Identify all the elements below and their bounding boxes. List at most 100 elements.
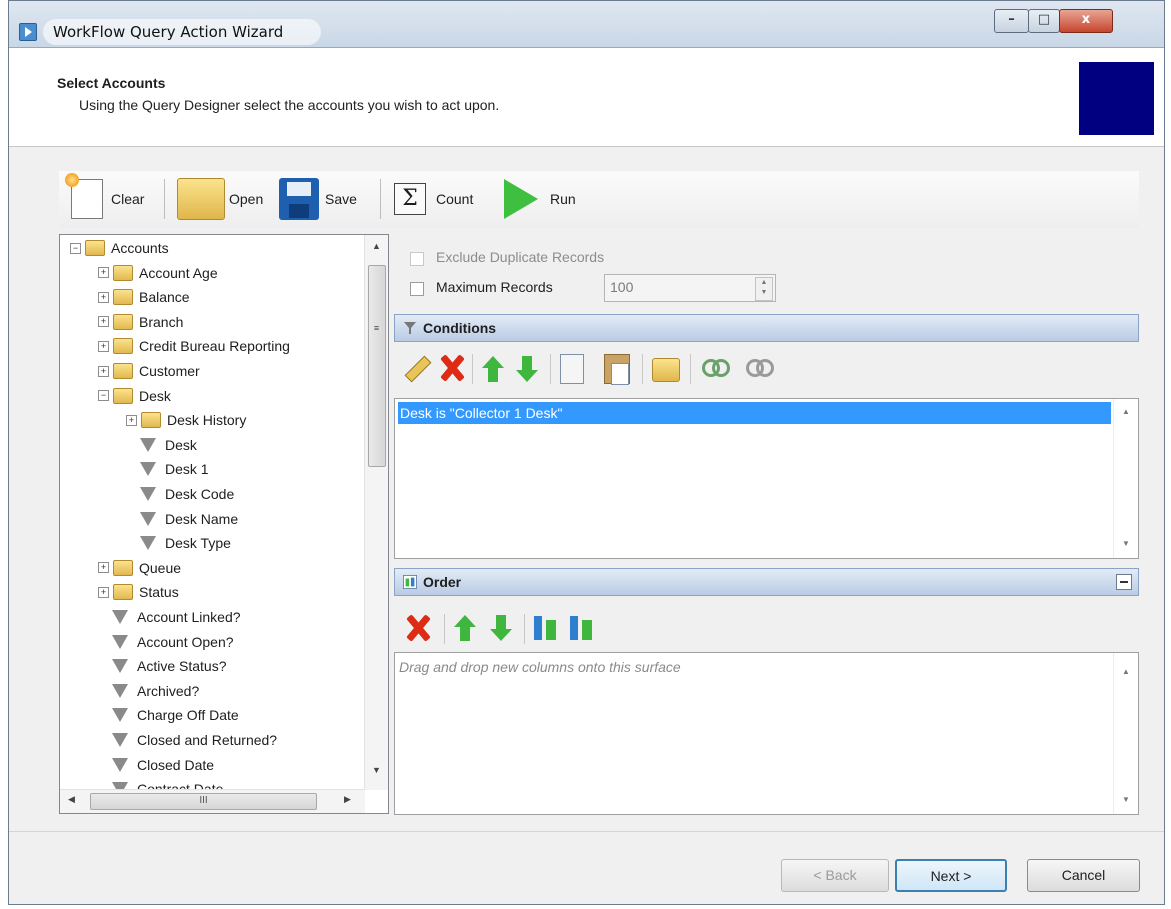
collapse-icon[interactable]: − bbox=[98, 390, 109, 402]
clear-button[interactable]: Clear bbox=[65, 173, 144, 222]
delete-condition-icon[interactable] bbox=[438, 353, 464, 383]
conditions-scrollbar[interactable]: ▲ ▼ bbox=[1113, 399, 1138, 558]
scroll-thumb-horizontal[interactable]: III bbox=[90, 793, 317, 810]
tree-node[interactable]: Desk 1 bbox=[138, 457, 209, 481]
field-tree[interactable]: − Accounts + Account Age + Balance + Branch + Cre… bbox=[59, 234, 389, 814]
expand-icon[interactable]: + bbox=[98, 340, 109, 352]
and-link-icon[interactable] bbox=[702, 359, 732, 379]
spinner-arrows-icon[interactable]: ▲ ▼ bbox=[755, 277, 773, 301]
tree-node[interactable]: Archived? bbox=[110, 679, 199, 703]
tree-node[interactable]: − Accounts bbox=[70, 236, 169, 260]
filter-field-icon bbox=[112, 683, 128, 698]
tree-vertical-scrollbar[interactable]: ▲ ≡ ▼ bbox=[364, 235, 388, 790]
move-down-icon[interactable] bbox=[490, 615, 512, 641]
toolbar-separator bbox=[164, 179, 165, 219]
scroll-thumb[interactable] bbox=[368, 265, 386, 467]
tree-node-label: Desk Name bbox=[165, 510, 239, 527]
tree-node[interactable]: Closed Date bbox=[110, 753, 214, 777]
expand-icon[interactable]: + bbox=[98, 291, 109, 303]
tree-node-label: Closed Date bbox=[137, 756, 215, 773]
order-scrollbar[interactable]: ▲ ▼ bbox=[1113, 653, 1138, 814]
collapse-icon[interactable]: − bbox=[70, 242, 81, 254]
sort-ascending-icon[interactable] bbox=[532, 614, 558, 642]
scroll-right-icon[interactable]: ▶ bbox=[344, 794, 351, 805]
minimize-button[interactable]: – bbox=[994, 9, 1029, 33]
new-document-icon bbox=[65, 173, 103, 219]
cancel-button[interactable]: Cancel bbox=[1027, 859, 1140, 892]
tree-node[interactable]: Desk Name bbox=[138, 507, 238, 531]
maximize-button[interactable]: □ bbox=[1028, 9, 1060, 33]
order-list[interactable]: Drag and drop new columns onto this surf… bbox=[394, 652, 1139, 815]
filter-field-icon bbox=[140, 437, 156, 452]
tree-node[interactable]: Desk Code bbox=[138, 482, 234, 506]
tree-node-label: Desk Code bbox=[165, 486, 235, 502]
scroll-down-icon[interactable]: ▼ bbox=[1114, 539, 1138, 548]
group-icon[interactable] bbox=[652, 358, 680, 382]
tree-node-label: Credit Bureau Reporting bbox=[139, 338, 290, 355]
tree-node[interactable]: Active Status? bbox=[110, 654, 227, 678]
count-button[interactable]: Σ Count bbox=[394, 176, 473, 222]
max-records-spinner[interactable]: 100 ▲ ▼ bbox=[604, 274, 776, 302]
max-records-checkbox[interactable] bbox=[410, 282, 424, 296]
tree-node[interactable]: Closed and Returned? bbox=[110, 728, 277, 752]
sort-descending-icon[interactable] bbox=[568, 614, 594, 642]
tree-node[interactable]: + Status bbox=[98, 580, 179, 604]
scroll-grip-icon: ≡ bbox=[373, 323, 380, 333]
conditions-list[interactable]: Desk is "Collector 1 Desk" ▲ ▼ bbox=[394, 398, 1139, 559]
expand-icon[interactable]: + bbox=[98, 267, 109, 279]
query-toolbar: Clear Open Save Σ Count Run bbox=[59, 171, 1139, 228]
save-button[interactable]: Save bbox=[279, 176, 357, 222]
paste-icon[interactable] bbox=[604, 354, 630, 385]
expand-icon[interactable]: + bbox=[98, 316, 109, 328]
close-button[interactable]: x bbox=[1059, 9, 1113, 33]
order-title: Order bbox=[423, 574, 462, 590]
scroll-up-icon[interactable]: ▲ bbox=[1114, 667, 1138, 676]
expand-icon[interactable]: + bbox=[126, 414, 137, 426]
filter-field-icon bbox=[112, 708, 128, 723]
scroll-left-icon[interactable]: ◀ bbox=[68, 794, 75, 805]
header-logo bbox=[1079, 62, 1154, 135]
wizard-window: WorkFlow Query Action Wizard – □ x Selec… bbox=[8, 0, 1165, 905]
open-button[interactable]: Open bbox=[177, 176, 263, 222]
scroll-down-icon[interactable]: ▼ bbox=[365, 765, 388, 775]
tree-node[interactable]: + Account Age bbox=[98, 261, 218, 285]
tree-node[interactable]: + Credit Bureau Reporting bbox=[98, 334, 290, 358]
collapse-order-button[interactable] bbox=[1116, 574, 1132, 590]
minimize-icon: – bbox=[1008, 12, 1015, 27]
move-down-icon[interactable] bbox=[516, 356, 538, 382]
tree-node[interactable]: Desk Type bbox=[138, 531, 231, 555]
order-toolbar bbox=[394, 610, 1139, 646]
folder-icon bbox=[113, 559, 133, 576]
expand-icon[interactable]: + bbox=[98, 586, 109, 598]
delete-order-icon[interactable] bbox=[404, 613, 430, 643]
scroll-up-icon[interactable]: ▲ bbox=[365, 241, 388, 251]
tree-node[interactable]: Account Linked? bbox=[110, 605, 241, 629]
run-button[interactable]: Run bbox=[504, 176, 576, 222]
tree-horizontal-scrollbar[interactable]: ◀ III ▶ bbox=[60, 789, 365, 813]
order-header: Order bbox=[394, 568, 1139, 596]
tree-node[interactable]: Charge Off Date bbox=[110, 703, 239, 727]
tree-node[interactable]: + Balance bbox=[98, 285, 190, 309]
expand-icon[interactable]: + bbox=[98, 562, 109, 574]
filter-field-icon bbox=[112, 659, 128, 674]
back-button[interactable]: < Back bbox=[781, 859, 889, 892]
scroll-up-icon[interactable]: ▲ bbox=[1114, 407, 1138, 416]
copy-icon[interactable] bbox=[560, 354, 584, 384]
or-link-icon[interactable] bbox=[746, 359, 776, 379]
tree-node[interactable]: Account Open? bbox=[110, 630, 234, 654]
scroll-down-icon[interactable]: ▼ bbox=[1114, 795, 1138, 804]
move-up-icon[interactable] bbox=[482, 356, 504, 382]
exclude-duplicates-checkbox[interactable] bbox=[410, 252, 424, 266]
tree-node[interactable]: + Queue bbox=[98, 556, 181, 580]
tree-node[interactable]: − Desk bbox=[98, 384, 171, 408]
tree-node[interactable]: Desk bbox=[138, 433, 197, 457]
edit-condition-icon[interactable] bbox=[402, 354, 430, 382]
tree-node[interactable]: + Branch bbox=[98, 310, 183, 334]
filter-field-icon bbox=[112, 610, 128, 624]
tree-node[interactable]: + Customer bbox=[98, 359, 200, 383]
condition-row[interactable]: Desk is "Collector 1 Desk" bbox=[398, 402, 1111, 424]
next-button[interactable]: Next > bbox=[895, 859, 1007, 892]
tree-node[interactable]: + Desk History bbox=[126, 408, 246, 432]
expand-icon[interactable]: + bbox=[98, 365, 109, 377]
move-up-icon[interactable] bbox=[454, 615, 476, 641]
